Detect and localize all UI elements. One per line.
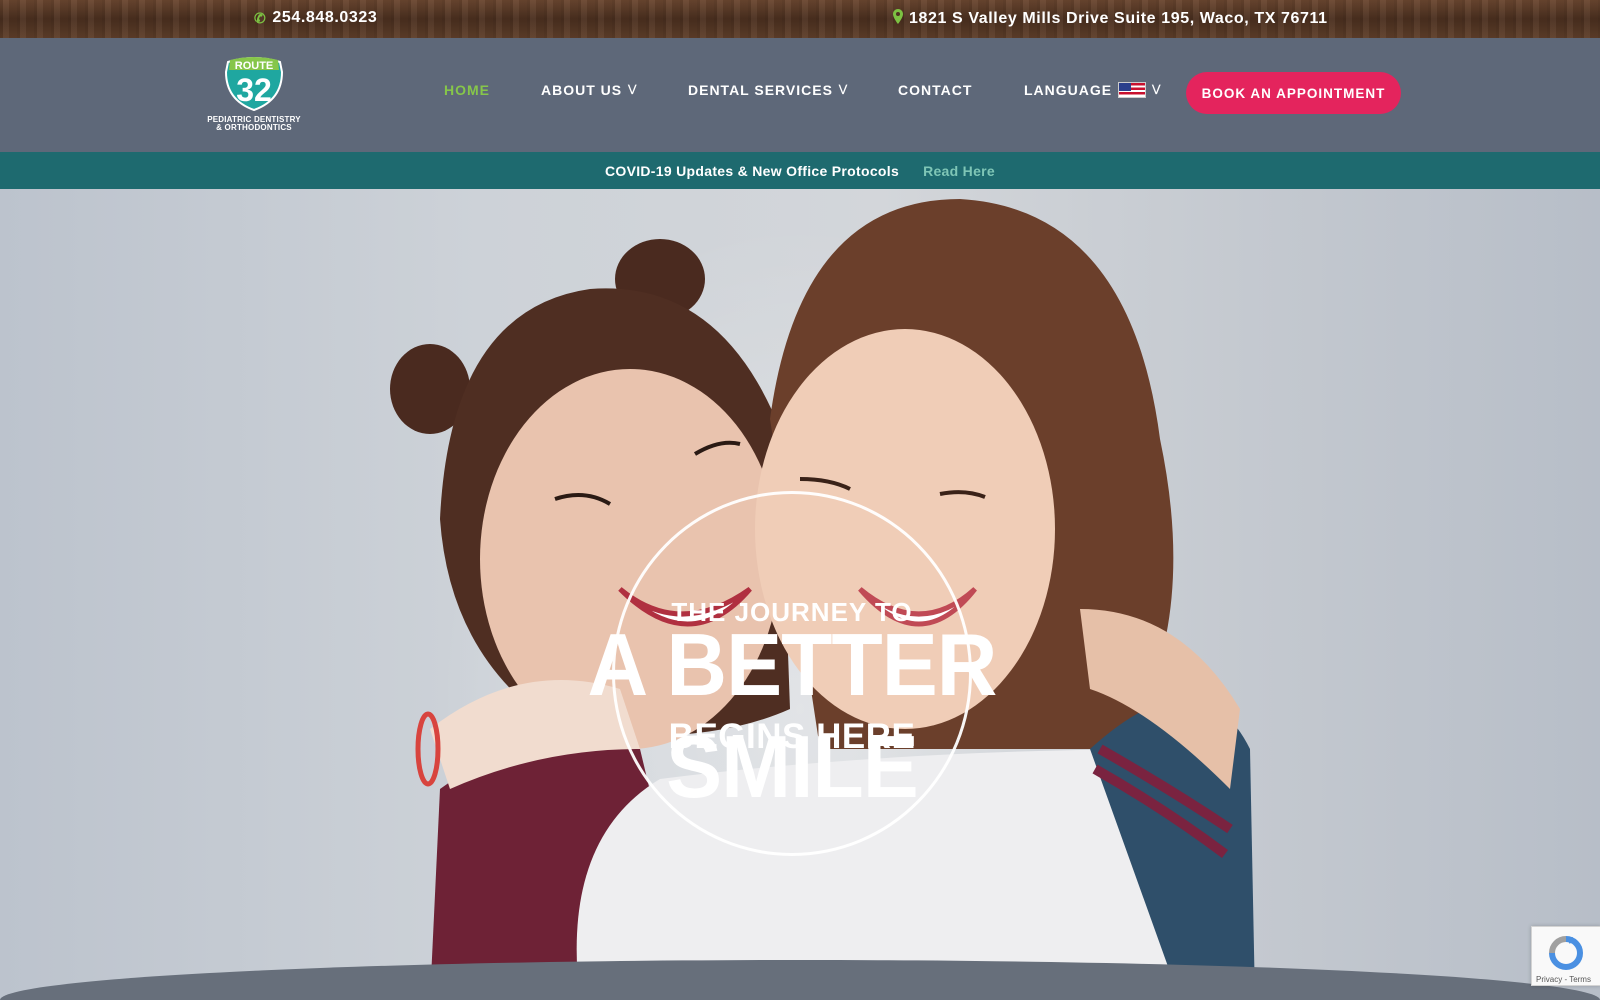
logo-route-text: ROUTE bbox=[235, 60, 274, 72]
main-navbar: ROUTE 32 PEDIATRIC DENTISTRY & ORTHODONT… bbox=[0, 38, 1600, 152]
nav-item-label: ABOUT US bbox=[541, 82, 623, 98]
phone-icon: ✆ bbox=[254, 9, 267, 26]
nav-item-home[interactable]: HOME bbox=[444, 82, 490, 98]
nav-item-label: CONTACT bbox=[898, 82, 973, 98]
site-logo[interactable]: ROUTE 32 PEDIATRIC DENTISTRY & ORTHODONT… bbox=[206, 56, 302, 138]
nav-item-label: LANGUAGE bbox=[1024, 82, 1113, 98]
nav-item-dental-services[interactable]: DENTAL SERVICES ⋁ bbox=[688, 82, 848, 98]
map-pin-icon bbox=[893, 9, 903, 29]
phone-number: 254.848.0323 bbox=[272, 9, 378, 26]
recaptcha-links[interactable]: Privacy - Terms bbox=[1536, 975, 1591, 984]
address-text: 1821 S Valley Mills Drive Suite 195, Wac… bbox=[909, 10, 1328, 27]
chevron-down-icon: ⋁ bbox=[1152, 84, 1162, 95]
hero-section: THE JOURNEY TO A BETTER SMILE BEGINS HER… bbox=[0, 189, 1600, 1000]
hero-headline-badge: THE JOURNEY TO A BETTER SMILE BEGINS HER… bbox=[588, 491, 997, 856]
nav-item-label: DENTAL SERVICES bbox=[688, 82, 833, 98]
chevron-down-icon: ⋁ bbox=[838, 84, 849, 95]
hero-headline-line3: BEGINS HERE bbox=[668, 717, 916, 756]
logo-tagline-line2: & ORTHODONTICS bbox=[216, 123, 292, 132]
route-sign-icon: ROUTE 32 bbox=[224, 57, 284, 112]
recaptcha-icon bbox=[1549, 936, 1583, 970]
book-appointment-button[interactable]: BOOK AN APPOINTMENT bbox=[1186, 72, 1401, 114]
recaptcha-badge[interactable]: Privacy - Terms bbox=[1531, 926, 1600, 986]
top-info-bar: ✆ 254.848.0323 1821 S Valley Mills Drive… bbox=[0, 0, 1600, 38]
address-link[interactable]: 1821 S Valley Mills Drive Suite 195, Wac… bbox=[893, 9, 1328, 29]
chevron-down-icon: ⋁ bbox=[628, 84, 638, 95]
nav-item-about-us[interactable]: ABOUT US ⋁ bbox=[541, 82, 637, 98]
nav-item-label: HOME bbox=[444, 82, 490, 98]
us-flag-icon bbox=[1118, 82, 1147, 98]
covid-banner: COVID-19 Updates & New Office Protocols … bbox=[0, 152, 1600, 189]
logo-number-text: 32 bbox=[236, 72, 272, 108]
phone-link[interactable]: ✆ 254.848.0323 bbox=[254, 9, 377, 27]
covid-message: COVID-19 Updates & New Office Protocols bbox=[604, 162, 900, 179]
nav-item-contact[interactable]: CONTACT bbox=[898, 82, 972, 98]
nav-item-language[interactable]: LANGUAGE ⋁ bbox=[1024, 82, 1161, 98]
hero-headline-line2: A BETTER SMILE bbox=[587, 615, 998, 816]
logo-tagline: PEDIATRIC DENTISTRY & ORTHODONTICS bbox=[206, 116, 302, 132]
covid-read-here-link[interactable]: Read Here bbox=[923, 163, 995, 179]
